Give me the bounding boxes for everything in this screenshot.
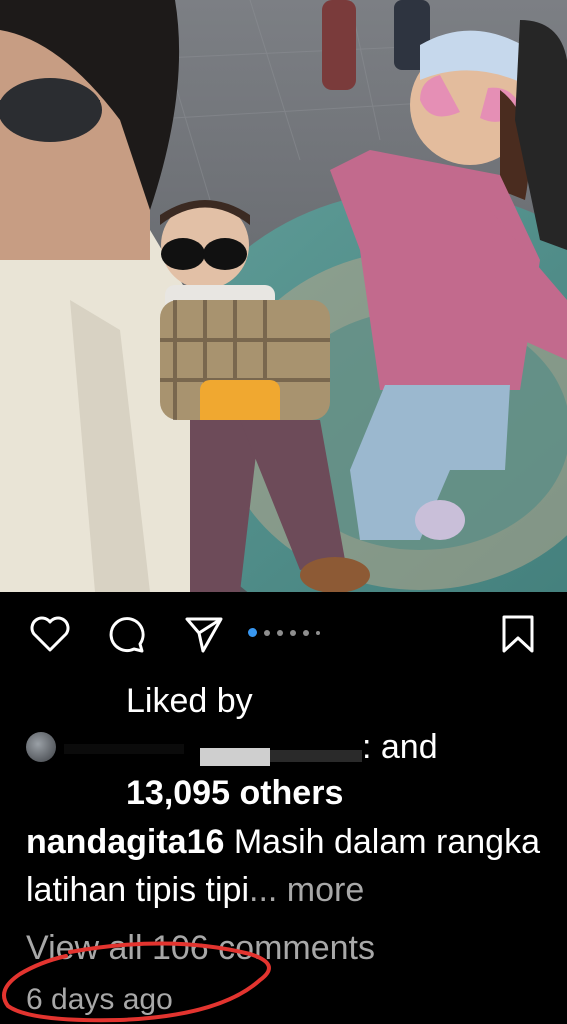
view-all-comments-link[interactable]: View all 106 comments — [26, 924, 375, 972]
liker-tail: : and — [362, 728, 438, 766]
bookmark-icon[interactable] — [496, 612, 540, 656]
post-action-bar — [0, 592, 567, 672]
redacted-username — [200, 748, 270, 766]
likes-count[interactable]: 13,095 others — [126, 770, 546, 816]
heart-icon[interactable] — [28, 612, 72, 656]
comment-icon[interactable] — [104, 612, 148, 656]
redacted-username — [64, 744, 184, 754]
send-icon[interactable] — [182, 612, 226, 656]
redacted-username — [270, 750, 362, 762]
carousel-dot — [277, 629, 283, 636]
post-caption: nandagita16 Masih dalam rangka latihan t… — [26, 818, 556, 914]
liker-avatar[interactable] — [26, 732, 56, 762]
carousel-indicator — [248, 628, 320, 637]
carousel-dot — [303, 629, 309, 636]
carousel-dot — [264, 629, 270, 636]
carousel-dot — [316, 630, 320, 635]
liked-by-label: Liked by — [126, 682, 253, 720]
caption-username[interactable]: nandagita16 — [26, 823, 224, 861]
carousel-dot-active — [248, 628, 257, 637]
liker-row[interactable]: : and — [26, 724, 546, 770]
likes-section: Liked by : and 13,095 others — [26, 672, 546, 816]
caption-more-link[interactable]: ... more — [249, 871, 364, 909]
photo-illustration — [0, 0, 567, 592]
carousel-dot — [290, 629, 296, 636]
post-timestamp: 6 days ago — [26, 983, 173, 1016]
post-photo[interactable] — [0, 0, 567, 592]
